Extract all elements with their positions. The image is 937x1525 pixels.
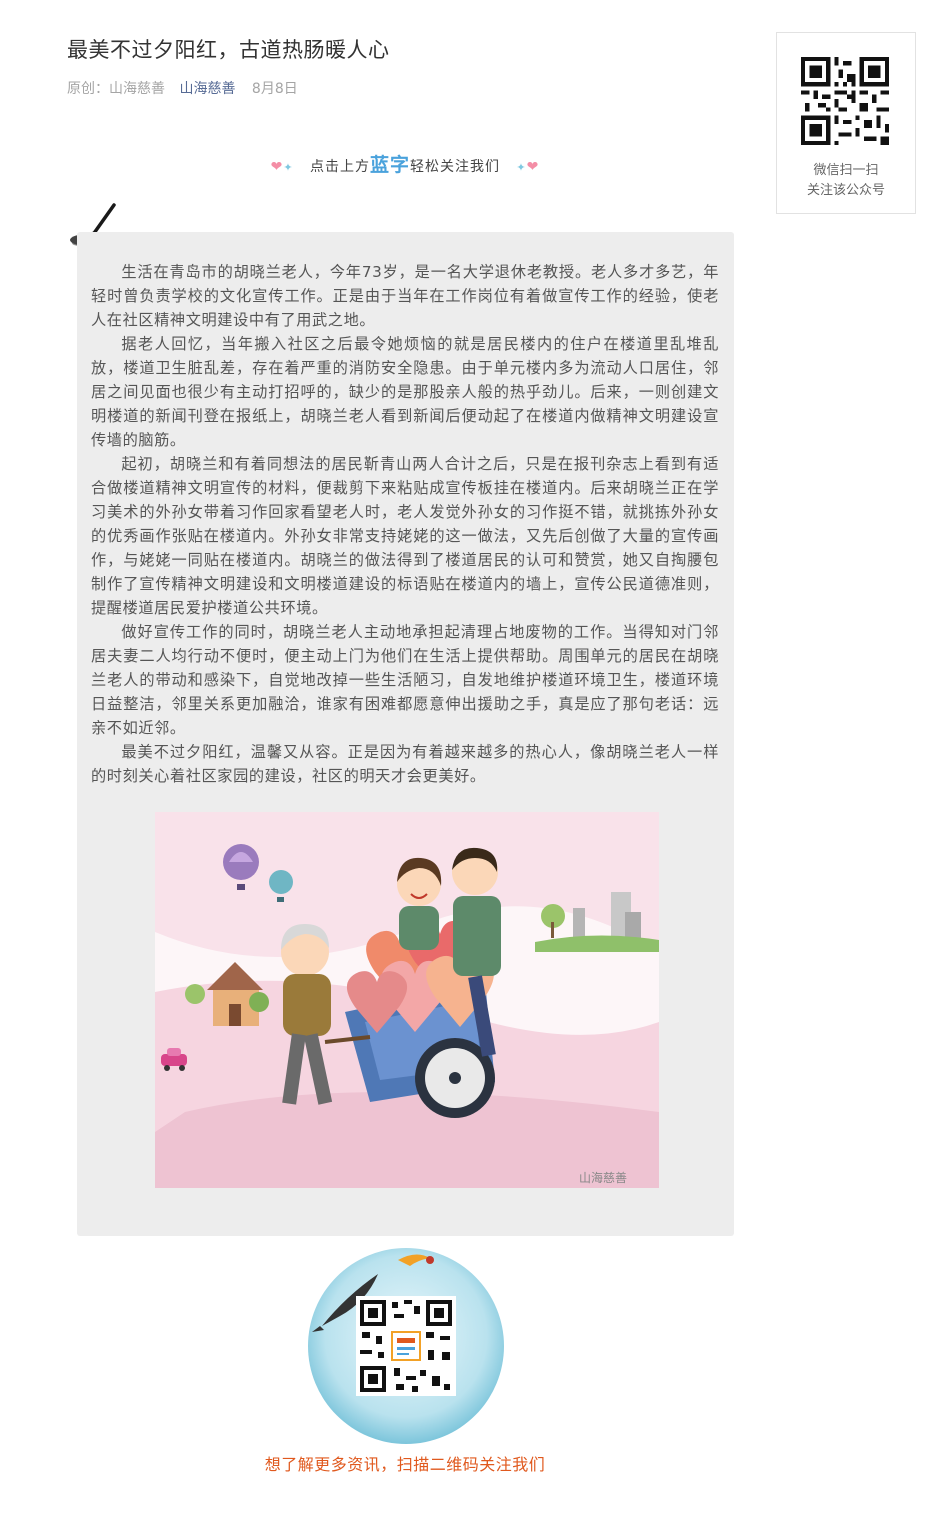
follow-banner[interactable]: ❤✦ 点击上方蓝字轻松关注我们 ✦❤ — [0, 150, 810, 177]
illustration-watermark: 山海慈善 — [579, 1170, 627, 1185]
qr-circle-badge[interactable] — [306, 1246, 506, 1446]
publish-date: 8月8日 — [251, 81, 298, 97]
paragraph: 据老人回忆，当年搬入社区之后最令她烦恼的就是居民楼内的住户在楼道里乱堆乱放，楼道… — [91, 335, 719, 449]
follow-post: 轻松关注我们 — [410, 159, 500, 175]
qr-code-icon — [356, 1296, 456, 1396]
follow-pre: 点击上方 — [309, 159, 370, 175]
follow-highlight: 蓝字 — [369, 154, 410, 176]
paragraph: 做好宣传工作的同时，胡晓兰老人主动地承担起清理占地废物的工作。当得知对门邻居夫妻… — [91, 623, 719, 737]
account-link[interactable]: 山海慈善 — [179, 81, 235, 97]
paragraph: 生活在青岛市的胡晓兰老人，今年73岁，是一名大学退休老教授。老人多才多艺，年轻时… — [91, 263, 719, 329]
qr-caption-follow: 关注该公众号 — [806, 183, 885, 198]
qr-code-icon — [801, 57, 889, 145]
original-label: 原创：山海慈善 — [67, 81, 165, 97]
paragraph: 最美不过夕阳红，温馨又从容。正是因为有着越来越多的热心人，像胡晓兰老人一样的时刻… — [91, 743, 719, 785]
article-meta: 原创：山海慈善 山海慈善 8月8日 — [67, 78, 308, 98]
follow-qr-panel: 微信扫一扫 关注该公众号 — [776, 32, 916, 214]
page-title: 最美不过夕阳红，古道热肠暖人心 — [67, 38, 390, 62]
footer-cta: 想了解更多资讯，扫描二维码关注我们 — [264, 1455, 546, 1474]
paragraph: 起初，胡晓兰和有着同想法的居民靳青山两人合计之后，只是在报刊杂志上看到有适合做楼… — [91, 455, 719, 617]
heart-deco-icon: ❤ — [526, 159, 540, 175]
illustration-image: 山海慈善 — [155, 812, 659, 1188]
article-body: 生活在青岛市的胡晓兰老人，今年73岁，是一名大学退休老教授。老人多才多艺，年轻时… — [91, 260, 719, 788]
heart-deco-icon: ❤ — [270, 159, 284, 175]
